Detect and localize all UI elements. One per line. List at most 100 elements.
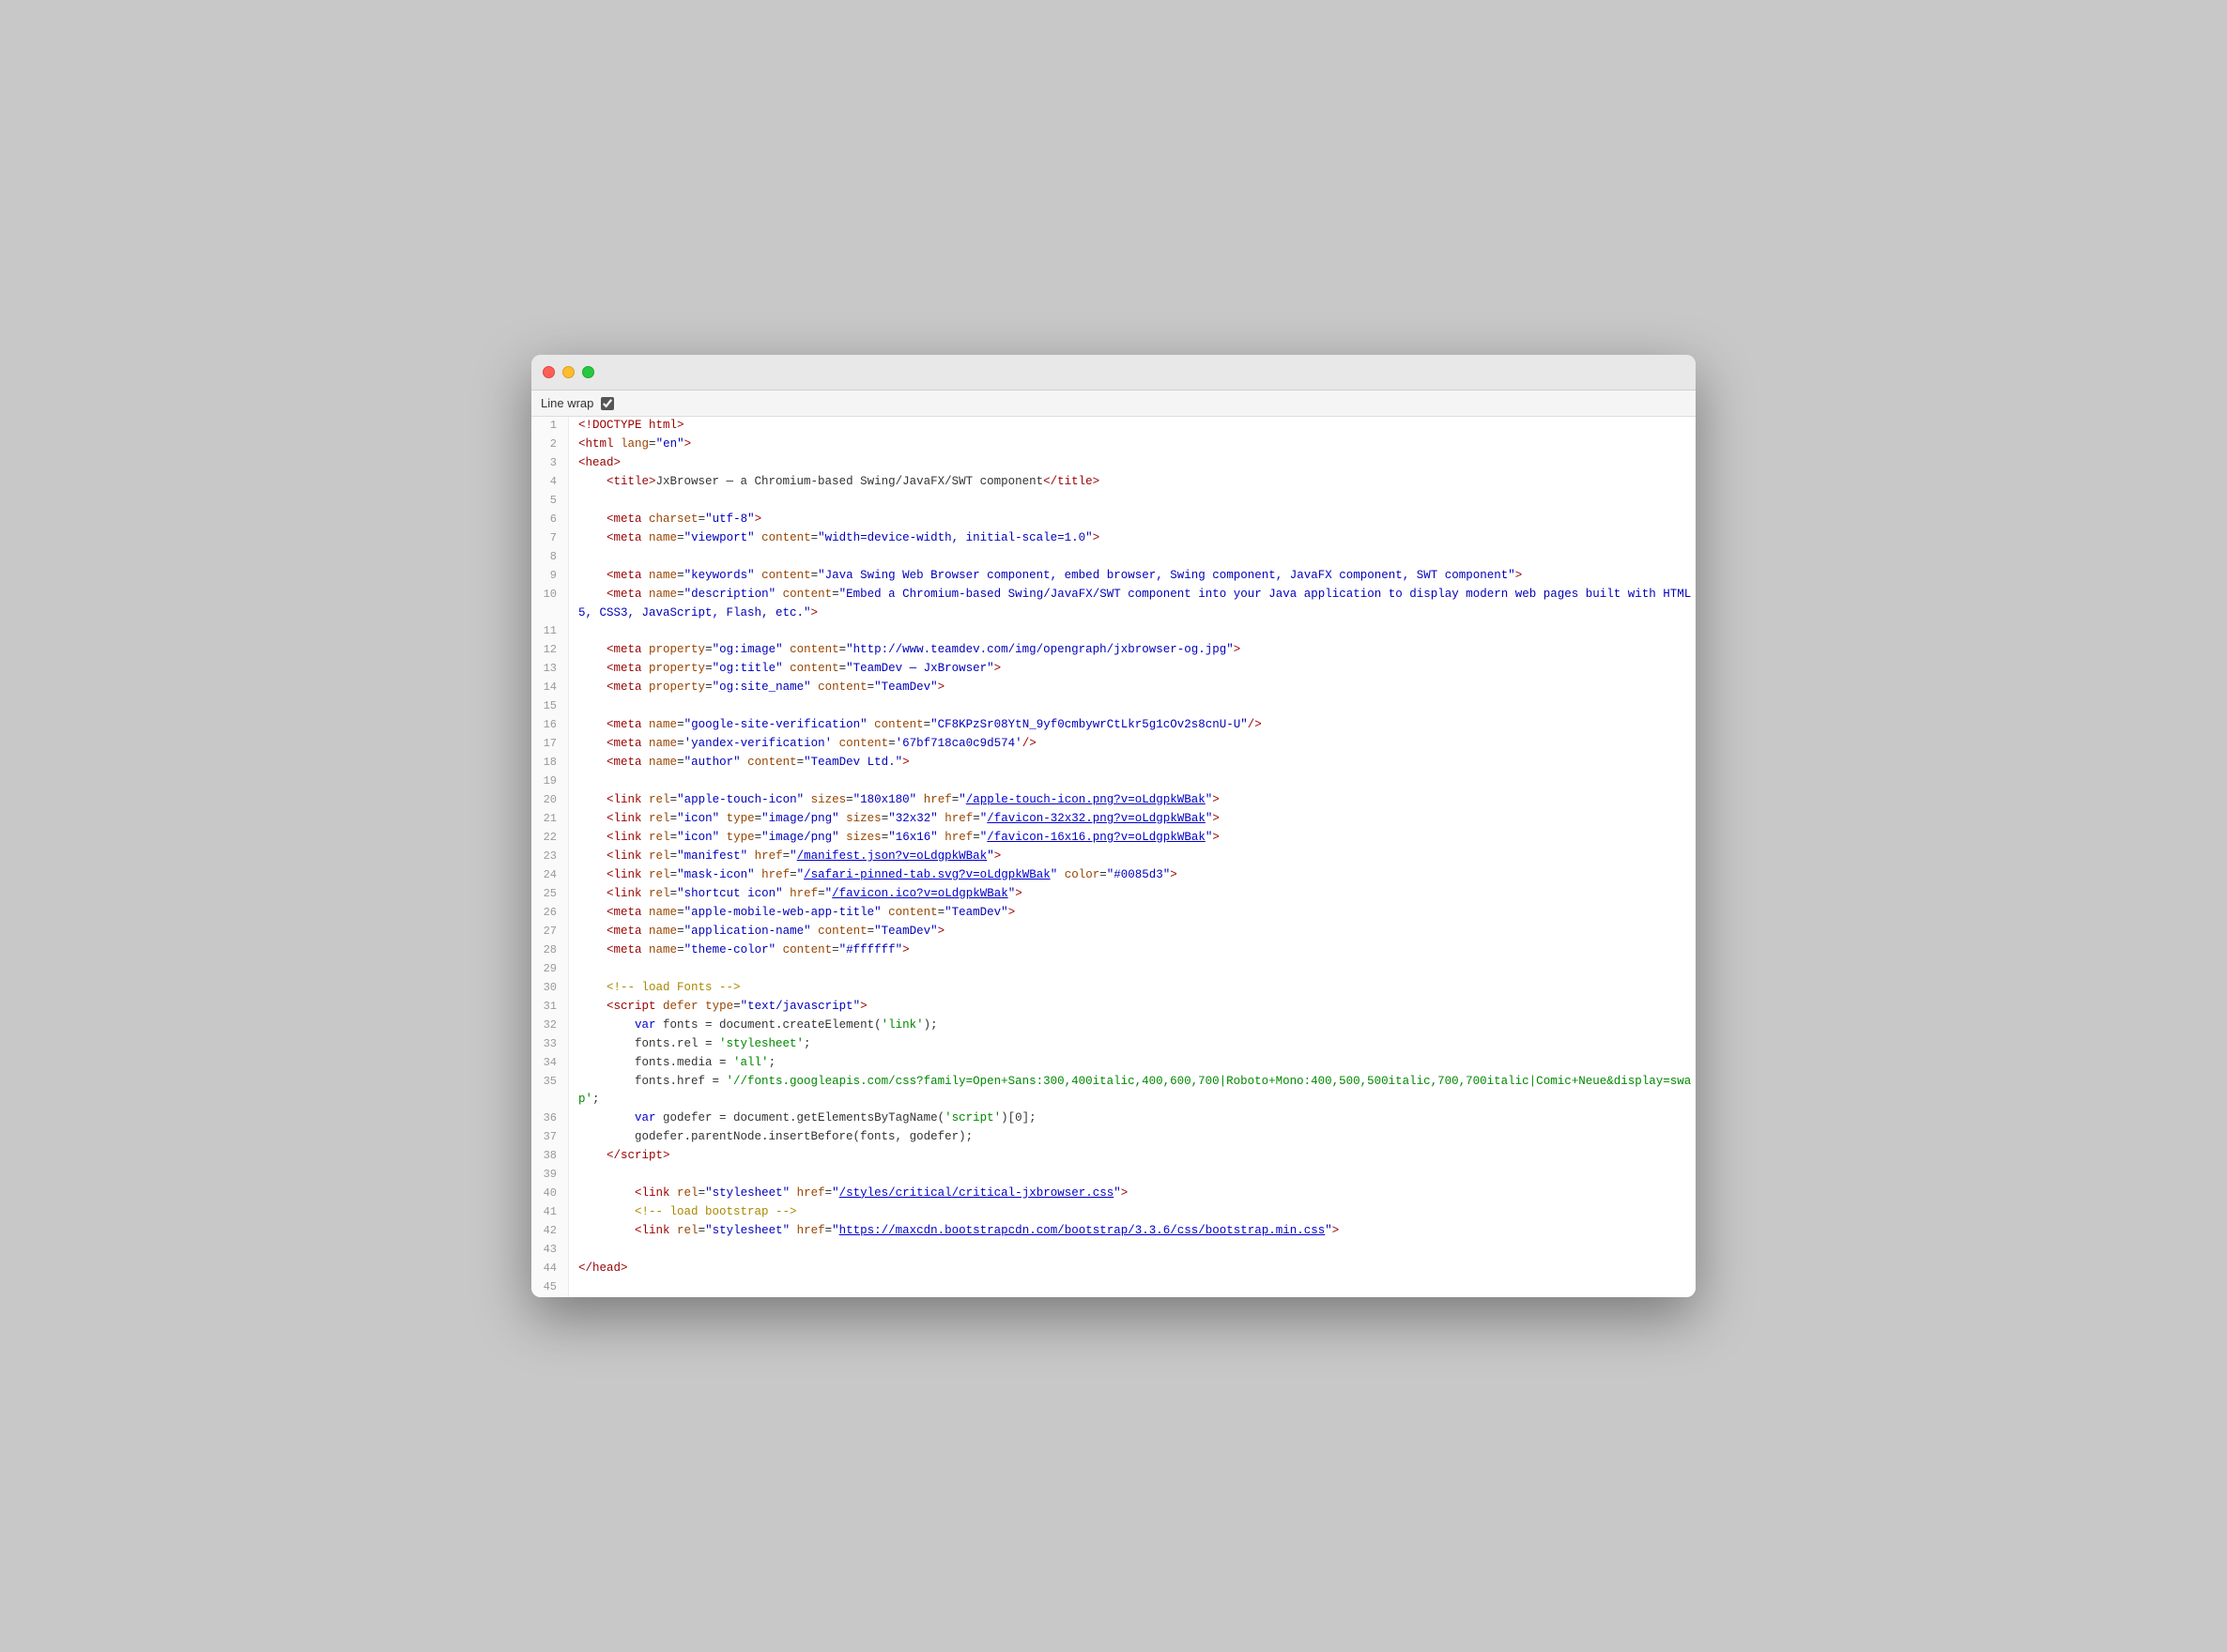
line-number: 28 [531,941,569,960]
maximize-button[interactable] [582,366,594,378]
line-number: 34 [531,1054,569,1073]
line-number: 15 [531,697,569,716]
table-row: 16 <meta name="google-site-verification"… [531,716,1696,735]
table-row: 6 <meta charset="utf-8"> [531,511,1696,529]
minimize-button[interactable] [562,366,575,378]
table-row: 32 var fonts = document.createElement('l… [531,1017,1696,1035]
table-row: 43 [531,1241,1696,1260]
table-row: 14 <meta property="og:site_name" content… [531,679,1696,697]
table-row: 23 <link rel="manifest" href="/manifest.… [531,848,1696,866]
line-content: <!-- load bootstrap --> [569,1203,1696,1222]
line-content: <meta property="og:title" content="TeamD… [569,660,1696,679]
line-content: <meta name="viewport" content="width=dev… [569,529,1696,548]
table-row: 29 [531,960,1696,979]
line-number: 36 [531,1109,569,1128]
table-row: 24 <link rel="mask-icon" href="/safari-p… [531,866,1696,885]
line-number: 10 [531,586,569,622]
line-number: 2 [531,436,569,454]
line-content: <meta name="application-name" content="T… [569,923,1696,941]
table-row: 19 [531,772,1696,791]
line-number: 41 [531,1203,569,1222]
line-number: 5 [531,492,569,511]
line-number: 13 [531,660,569,679]
line-content: <!-- load Fonts --> [569,979,1696,998]
line-number: 23 [531,848,569,866]
table-row: 5 [531,492,1696,511]
line-number: 45 [531,1278,569,1297]
line-content [569,697,1696,716]
line-number: 7 [531,529,569,548]
line-content: <meta property="og:image" content="http:… [569,641,1696,660]
line-number: 8 [531,548,569,567]
line-number: 24 [531,866,569,885]
line-content [569,1241,1696,1260]
line-content [569,548,1696,567]
line-number: 25 [531,885,569,904]
table-row: 28 <meta name="theme-color" content="#ff… [531,941,1696,960]
line-content: <meta name="author" content="TeamDev Ltd… [569,754,1696,772]
line-number: 40 [531,1185,569,1203]
line-number: 16 [531,716,569,735]
line-content: <meta name="google-site-verification" co… [569,716,1696,735]
table-row: 22 <link rel="icon" type="image/png" siz… [531,829,1696,848]
line-number: 3 [531,454,569,473]
line-content: <link rel="stylesheet" href="/styles/cri… [569,1185,1696,1203]
line-content: <meta name="description" content="Embed … [569,586,1696,622]
table-row: 21 <link rel="icon" type="image/png" siz… [531,810,1696,829]
line-content: godefer.parentNode.insertBefore(fonts, g… [569,1128,1696,1147]
line-content: <link rel="apple-touch-icon" sizes="180x… [569,791,1696,810]
line-wrap-checkbox[interactable] [601,397,614,410]
line-content [569,1278,1696,1297]
table-row: 38 </script> [531,1147,1696,1166]
table-row: 45 [531,1278,1696,1297]
table-row: 7 <meta name="viewport" content="width=d… [531,529,1696,548]
table-row: 12 <meta property="og:image" content="ht… [531,641,1696,660]
line-number: 31 [531,998,569,1017]
line-content: <!DOCTYPE html> [569,417,1696,436]
line-number: 39 [531,1166,569,1185]
table-row: 44</head> [531,1260,1696,1278]
line-number: 21 [531,810,569,829]
table-row: 17 <meta name='yandex-verification' cont… [531,735,1696,754]
line-number: 1 [531,417,569,436]
table-row: 13 <meta property="og:title" content="Te… [531,660,1696,679]
line-number: 9 [531,567,569,586]
titlebar [531,355,1696,390]
table-row: 11 [531,622,1696,641]
line-content: <html lang="en"> [569,436,1696,454]
table-row: 41 <!-- load bootstrap --> [531,1203,1696,1222]
line-wrap-label: Line wrap [541,396,593,410]
table-row: 34 fonts.media = 'all'; [531,1054,1696,1073]
table-row: 20 <link rel="apple-touch-icon" sizes="1… [531,791,1696,810]
table-row: 10 <meta name="description" content="Emb… [531,586,1696,622]
line-content: var fonts = document.createElement('link… [569,1017,1696,1035]
line-content: <meta property="og:site_name" content="T… [569,679,1696,697]
line-number: 35 [531,1073,569,1109]
line-content: <meta charset="utf-8"> [569,511,1696,529]
line-content [569,622,1696,641]
line-content: <link rel="manifest" href="/manifest.jso… [569,848,1696,866]
line-number: 37 [531,1128,569,1147]
line-number: 12 [531,641,569,660]
line-content: </script> [569,1147,1696,1166]
line-number: 18 [531,754,569,772]
line-number: 38 [531,1147,569,1166]
code-editor[interactable]: 1<!DOCTYPE html>2<html lang="en">3<head>… [531,417,1696,1297]
line-number: 19 [531,772,569,791]
line-content: <meta name='yandex-verification' content… [569,735,1696,754]
table-row: 3<head> [531,454,1696,473]
line-content: <script defer type="text/javascript"> [569,998,1696,1017]
table-row: 27 <meta name="application-name" content… [531,923,1696,941]
table-row: 2<html lang="en"> [531,436,1696,454]
table-row: 18 <meta name="author" content="TeamDev … [531,754,1696,772]
close-button[interactable] [543,366,555,378]
table-row: 40 <link rel="stylesheet" href="/styles/… [531,1185,1696,1203]
line-number: 11 [531,622,569,641]
line-content: <link rel="shortcut icon" href="/favicon… [569,885,1696,904]
line-number: 42 [531,1222,569,1241]
table-row: 42 <link rel="stylesheet" href="https://… [531,1222,1696,1241]
line-content: <link rel="stylesheet" href="https://max… [569,1222,1696,1241]
line-number: 22 [531,829,569,848]
table-row: 31 <script defer type="text/javascript"> [531,998,1696,1017]
table-row: 39 [531,1166,1696,1185]
